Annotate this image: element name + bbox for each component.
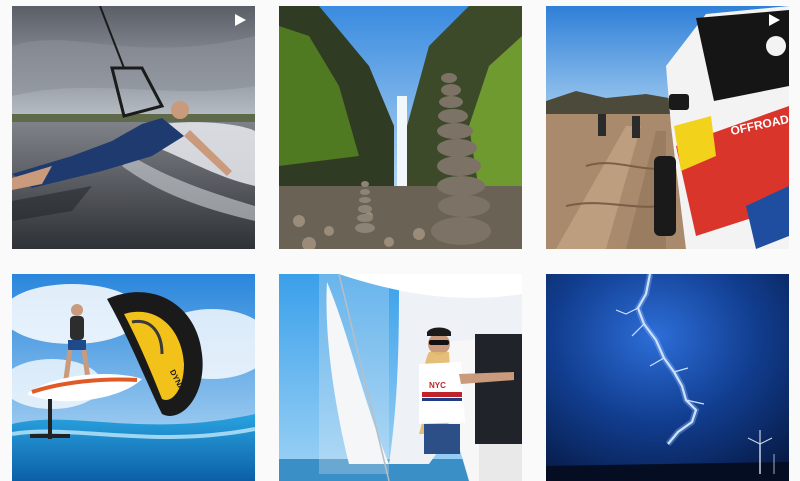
grid-post-sailing[interactable]: NYC (279, 274, 522, 481)
grid-post-wingfoil[interactable]: DYNAMIX (12, 274, 255, 481)
grid-post-offroad[interactable]: OFFROAD (546, 6, 789, 249)
waterfall-photo (279, 6, 522, 249)
grid-post-waterski[interactable] (12, 6, 255, 249)
lightning-photo (546, 274, 789, 481)
waterski-photo (12, 6, 255, 249)
sailing-photo (279, 274, 522, 481)
grid-post-lightning[interactable] (546, 274, 789, 481)
photo-grid: OFFROAD DYNAMIX NYC (0, 0, 800, 481)
play-icon (235, 14, 246, 26)
offroad-photo (546, 6, 789, 249)
play-icon (769, 14, 780, 26)
wingfoil-photo (12, 274, 255, 481)
grid-post-waterfall[interactable] (279, 6, 522, 249)
